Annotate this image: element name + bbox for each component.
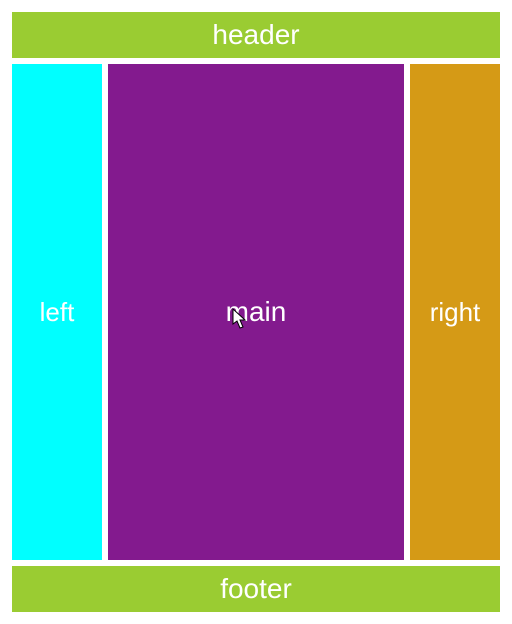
left-region: left bbox=[12, 64, 102, 560]
right-region: right bbox=[410, 64, 500, 560]
main-region: main bbox=[108, 64, 404, 560]
footer-region: footer bbox=[12, 566, 500, 612]
main-label: main bbox=[226, 296, 287, 328]
left-label: left bbox=[40, 297, 75, 328]
middle-row: left main right bbox=[12, 64, 500, 560]
right-label: right bbox=[430, 297, 481, 328]
footer-label: footer bbox=[220, 573, 292, 605]
layout-diagram: header left main right footer bbox=[12, 12, 500, 612]
header-label: header bbox=[212, 19, 299, 51]
header-region: header bbox=[12, 12, 500, 58]
